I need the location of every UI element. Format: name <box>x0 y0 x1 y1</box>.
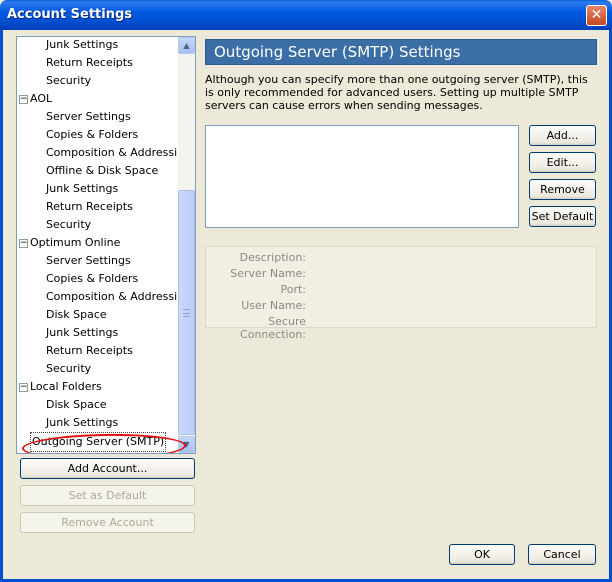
tree-subitem[interactable]: Junk Settings <box>46 414 118 432</box>
chevron-down-icon: ▼ <box>183 440 190 449</box>
collapse-icon[interactable]: − <box>19 383 28 392</box>
tree-item-label: Junk Settings <box>46 38 119 51</box>
tree-subitem[interactable]: Disk Space <box>46 306 107 324</box>
tree-item-label: Composition & Addressing <box>46 290 192 303</box>
tree-subitem[interactable]: Return Receipts <box>46 198 133 216</box>
remove-account-button[interactable]: Remove Account <box>20 512 195 533</box>
chevron-up-icon: ▲ <box>183 41 190 50</box>
description-label: Description: <box>239 251 306 264</box>
tree-item-label: Local Folders <box>30 380 102 393</box>
account-tree[interactable]: Outgoing Server (SMTP) Junk Settings Disk … <box>16 36 196 454</box>
tree-item-label: Security <box>46 74 92 87</box>
tree-item-label: Return Receipts <box>46 344 133 357</box>
tree-subitem[interactable]: Junk Settings <box>46 324 118 342</box>
tree-item-label: Disk Space <box>46 398 107 411</box>
tree-subitem[interactable]: Return Receipts <box>46 342 133 360</box>
scroll-down-button[interactable]: ▼ <box>178 436 195 453</box>
tree-subitem[interactable]: Copies & Folders <box>46 270 138 288</box>
tree-subitem[interactable]: Security <box>46 72 91 90</box>
tree-subitem[interactable]: Copies & Folders <box>46 126 138 144</box>
tree-item-label: Disk Space <box>46 308 107 321</box>
title-bar: Account Settings ✕ <box>0 0 612 30</box>
tree-item-label: Server Settings <box>46 110 131 123</box>
add-server-button[interactable]: Add... <box>529 125 596 146</box>
tree-item-label: AOL <box>30 92 53 105</box>
remove-server-button[interactable]: Remove <box>529 179 596 200</box>
port-label: Port: <box>280 283 306 296</box>
add-account-button[interactable]: Add Account... <box>20 458 195 479</box>
tree-item-label: Security <box>46 218 92 231</box>
collapse-icon[interactable]: − <box>19 95 28 104</box>
scroll-up-button[interactable]: ▲ <box>178 37 195 54</box>
tree-item-label: Junk Settings <box>46 326 119 339</box>
tree-item-label: Offline & Disk Space <box>46 164 159 177</box>
tree-subitem[interactable]: Security <box>46 360 91 378</box>
collapse-icon[interactable]: − <box>19 239 28 248</box>
tree-item-label: Optimum Online <box>30 236 121 249</box>
ok-button[interactable]: OK <box>449 544 515 565</box>
server-details: Description: Server Name: Port: User Nam… <box>205 246 597 341</box>
tree-subitem[interactable]: Composition & Addressing <box>46 288 191 306</box>
secure-connection-label: Secure Connection: <box>240 315 306 341</box>
tree-subitem[interactable]: Disk Space <box>46 396 107 414</box>
tree-subitem[interactable]: Security <box>46 216 91 234</box>
smtp-server-list[interactable] <box>205 125 519 228</box>
user-name-label: User Name: <box>241 299 306 312</box>
tree-subitem[interactable]: Server Settings <box>46 108 131 126</box>
tree-subitem[interactable]: Return Receipts <box>46 54 133 72</box>
server-name-label: Server Name: <box>230 267 306 280</box>
tree-item-label: Security <box>46 362 92 375</box>
tree-item-label: Junk Settings <box>46 416 119 429</box>
tree-subitem[interactable]: Junk Settings <box>46 37 119 54</box>
grip-icon <box>183 309 190 317</box>
tree-subitem[interactable]: Server Settings <box>46 252 131 270</box>
close-icon: ✕ <box>590 7 603 23</box>
window-body: Outgoing Server (SMTP) Junk Settings Disk … <box>0 30 612 582</box>
scroll-thumb[interactable] <box>178 190 195 435</box>
tree-subitem[interactable]: Offline & Disk Space <box>46 162 158 180</box>
close-button[interactable]: ✕ <box>586 5 607 26</box>
tree-item-label: Copies & Folders <box>46 128 139 141</box>
tree-item-label: Composition & Addressing <box>46 146 192 159</box>
set-default-server-button[interactable]: Set Default <box>529 206 596 227</box>
tree-subitem[interactable]: Composition & Addressing <box>46 144 191 162</box>
tree-item-label: Server Settings <box>46 254 131 267</box>
tree-item-label: Copies & Folders <box>46 272 139 285</box>
tree-subitem[interactable]: Junk Settings <box>46 180 118 198</box>
panel-intro-text: Although you can specify more than one o… <box>205 73 588 112</box>
edit-server-button[interactable]: Edit... <box>529 152 596 173</box>
set-as-default-button[interactable]: Set as Default <box>20 485 195 506</box>
tree-item-label: Junk Settings <box>46 182 119 195</box>
cancel-button[interactable]: Cancel <box>528 544 596 565</box>
panel-heading: Outgoing Server (SMTP) Settings <box>205 39 597 65</box>
tree-item-label: Return Receipts <box>46 200 133 213</box>
window-title: Account Settings <box>7 7 133 22</box>
tree-item-label: Outgoing Server (SMTP) <box>30 432 167 452</box>
tree-item-label: Return Receipts <box>46 56 133 69</box>
tree-scrollbar[interactable]: ▲ ▼ <box>178 37 195 453</box>
